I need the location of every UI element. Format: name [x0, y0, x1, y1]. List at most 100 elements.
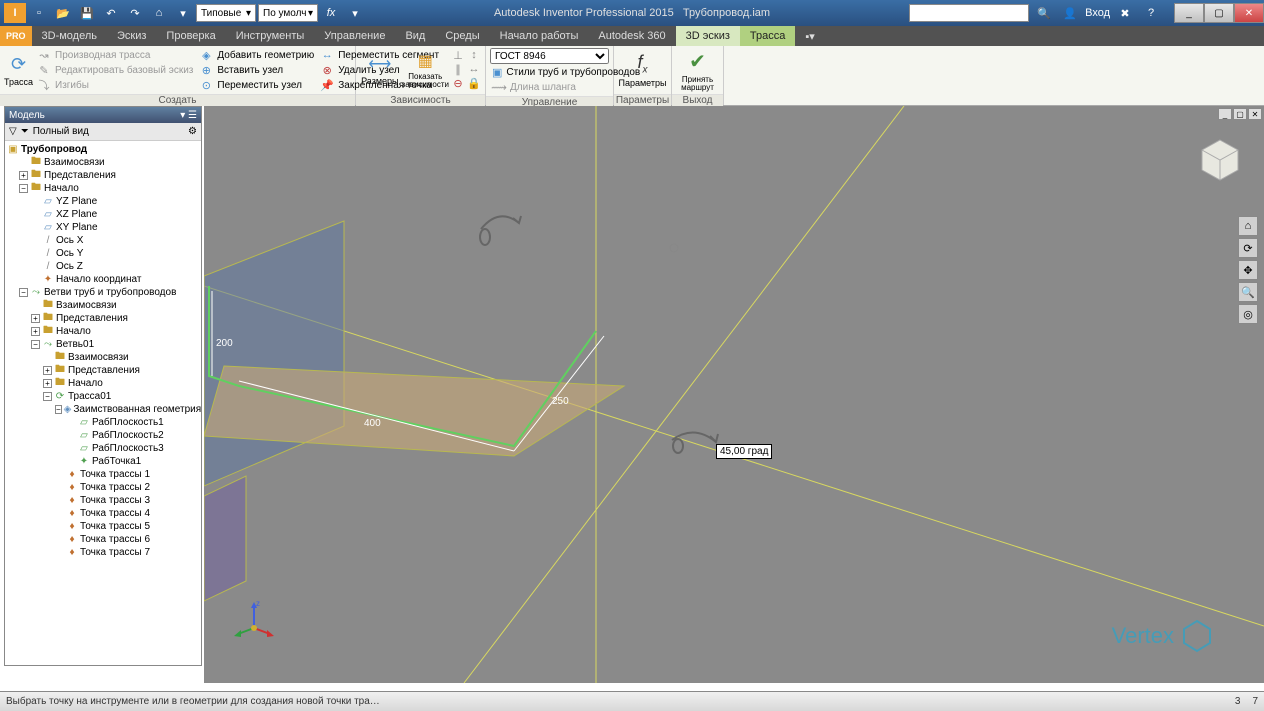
collapse-icon[interactable]: − [55, 405, 62, 414]
tree-workplane3[interactable]: ▱РабПлоскость3 [5, 442, 201, 455]
move-node-button[interactable]: ⊙Переместить узел [197, 78, 316, 92]
tree-workpoint1[interactable]: ✦РабТочка1 [5, 455, 201, 468]
viewcube[interactable] [1196, 136, 1244, 184]
tree-br-origin[interactable]: +🖿Начало [5, 377, 201, 390]
dimension-button[interactable]: ⟷ Размеры [360, 48, 400, 92]
vp-close-button[interactable]: ✕ [1248, 108, 1262, 120]
tree-axis-y[interactable]: /Ось Y [5, 247, 201, 260]
qat-dd-icon[interactable]: ▾ [172, 3, 194, 23]
tree-br-relations[interactable]: 🖿Взаимосвязи [5, 351, 201, 364]
nav-lookat-icon[interactable]: ◎ [1238, 304, 1258, 324]
exchange-icon[interactable]: ✖ [1114, 3, 1136, 23]
tab-view[interactable]: Вид [395, 26, 435, 46]
login-label[interactable]: Вход [1085, 7, 1110, 19]
open-icon[interactable]: 📂 [52, 3, 74, 23]
route-button[interactable]: ⟳ Трасса [4, 48, 33, 92]
search-icon[interactable]: 🔍 [1033, 3, 1055, 23]
tab-3dmodel[interactable]: 3D-модель [32, 26, 107, 46]
tube-styles-button[interactable]: ▣Стили труб и трубопроводов [490, 65, 609, 79]
funnel-icon[interactable]: ⏷ [21, 126, 29, 137]
tab-getstarted[interactable]: Начало работы [490, 26, 589, 46]
tree-origin[interactable]: −🖿Начало [5, 182, 201, 195]
tree-routepoint3[interactable]: ♦Точка трассы 3 [5, 494, 201, 507]
qat-more-icon[interactable]: ▾ [344, 3, 366, 23]
collapse-icon[interactable]: − [19, 288, 28, 297]
tab-a360[interactable]: Autodesk 360 [588, 26, 675, 46]
user-icon[interactable]: 👤 [1059, 3, 1081, 23]
tab-overflow[interactable]: ▪▾ [795, 26, 824, 46]
model-tree[interactable]: ▣Трубопровод 🖿Взаимосвязи +🖿Представлени… [5, 141, 201, 665]
insert-node-button[interactable]: ⊕Вставить узел [197, 63, 316, 77]
nav-zoom-icon[interactable]: 🔍 [1238, 282, 1258, 302]
expand-icon[interactable]: + [31, 314, 40, 323]
filter-label[interactable]: Полный вид [33, 126, 89, 137]
minimize-button[interactable]: _ [1174, 3, 1204, 23]
constraint5-icon[interactable]: ↔ [467, 62, 481, 76]
viewport[interactable]: 200 400 250 45,00 град _ ▢ ✕ ⌂ ⟳ ✥ 🔍 ◎ [204, 106, 1264, 683]
new-icon[interactable]: ▫ [28, 3, 50, 23]
tree-routepoint1[interactable]: ♦Точка трассы 1 [5, 468, 201, 481]
expand-icon[interactable]: + [31, 327, 40, 336]
tree-branches[interactable]: −⤳Ветви труб и трубопроводов [5, 286, 201, 299]
undo-icon[interactable]: ↶ [100, 3, 122, 23]
collapse-icon[interactable]: − [31, 340, 40, 349]
tab-inspect[interactable]: Проверка [156, 26, 225, 46]
layer-dropdown[interactable]: По умолч▾ [258, 4, 318, 22]
tree-branch01[interactable]: −⤳Ветвь01 [5, 338, 201, 351]
tree-route01[interactable]: −⟳Трасса01 [5, 390, 201, 403]
filter-icon[interactable]: ▽ [9, 126, 17, 137]
tree-workplane1[interactable]: ▱РабПлоскость1 [5, 416, 201, 429]
help-search-input[interactable] [909, 4, 1029, 22]
tube-style-dropdown[interactable]: ГОСТ 8946 [490, 48, 609, 64]
close-button[interactable]: ✕ [1234, 3, 1264, 23]
maximize-button[interactable]: ▢ [1204, 3, 1234, 23]
vp-min-button[interactable]: _ [1218, 108, 1232, 120]
tab-tools[interactable]: Инструменты [226, 26, 315, 46]
tree-origin-point[interactable]: ✦Начало координат [5, 273, 201, 286]
collapse-icon[interactable]: − [43, 392, 52, 401]
lock-icon[interactable]: 🔒 [467, 76, 481, 90]
expand-icon[interactable]: + [19, 171, 28, 180]
nav-orbit-icon[interactable]: ⟳ [1238, 238, 1258, 258]
fx-icon[interactable]: fx [320, 3, 342, 23]
nav-home-icon[interactable]: ⌂ [1238, 216, 1258, 236]
tree-b-relations[interactable]: 🖿Взаимосвязи [5, 299, 201, 312]
constraint1-icon[interactable]: ⊥ [451, 48, 465, 62]
panel-header[interactable]: Модель▾ ☰ [5, 107, 201, 123]
tree-geometry[interactable]: −◈Заимствованная геометрия [5, 403, 201, 416]
tree-b-origin[interactable]: +🖿Начало [5, 325, 201, 338]
tree-routepoint4[interactable]: ♦Точка трассы 4 [5, 507, 201, 520]
tab-route[interactable]: Трасса [740, 26, 795, 46]
toolbar-icon[interactable]: ⚙ [188, 126, 197, 137]
constraint4-icon[interactable]: ↕ [467, 48, 481, 62]
collapse-icon[interactable]: − [19, 184, 28, 193]
tab-manage[interactable]: Управление [314, 26, 395, 46]
vp-max-button[interactable]: ▢ [1233, 108, 1247, 120]
tab-environments[interactable]: Среды [435, 26, 489, 46]
tree-routepoint7[interactable]: ♦Точка трассы 7 [5, 546, 201, 559]
parameters-button[interactable]: fx Параметры [618, 48, 667, 92]
home-icon[interactable]: ⌂ [148, 3, 170, 23]
nav-pan-icon[interactable]: ✥ [1238, 260, 1258, 280]
save-icon[interactable]: 💾 [76, 3, 98, 23]
tree-axis-x[interactable]: /Ось X [5, 234, 201, 247]
tree-routepoint6[interactable]: ♦Точка трассы 6 [5, 533, 201, 546]
tree-routepoint2[interactable]: ♦Точка трассы 2 [5, 481, 201, 494]
app-menu-button[interactable]: I [4, 3, 26, 23]
finish-route-button[interactable]: ✔ Принять маршрут [676, 48, 719, 92]
style-dropdown[interactable]: Типовые▾ [196, 4, 256, 22]
tree-br-representations[interactable]: +🖿Представления [5, 364, 201, 377]
tree-routepoint5[interactable]: ♦Точка трассы 5 [5, 520, 201, 533]
tab-sketch[interactable]: Эскиз [107, 26, 156, 46]
constraint3-icon[interactable]: ⊖ [451, 76, 465, 90]
tree-axis-z[interactable]: /Ось Z [5, 260, 201, 273]
add-geometry-button[interactable]: ◈Добавить геометрию [197, 48, 316, 62]
redo-icon[interactable]: ↷ [124, 3, 146, 23]
expand-icon[interactable]: + [43, 379, 52, 388]
tree-xy-plane[interactable]: ▱XY Plane [5, 221, 201, 234]
tree-workplane2[interactable]: ▱РабПлоскость2 [5, 429, 201, 442]
tree-xz-plane[interactable]: ▱XZ Plane [5, 208, 201, 221]
tab-3dsketch[interactable]: 3D эскиз [676, 26, 740, 46]
tree-b-representations[interactable]: +🖿Представления [5, 312, 201, 325]
help-icon[interactable]: ? [1140, 3, 1162, 23]
